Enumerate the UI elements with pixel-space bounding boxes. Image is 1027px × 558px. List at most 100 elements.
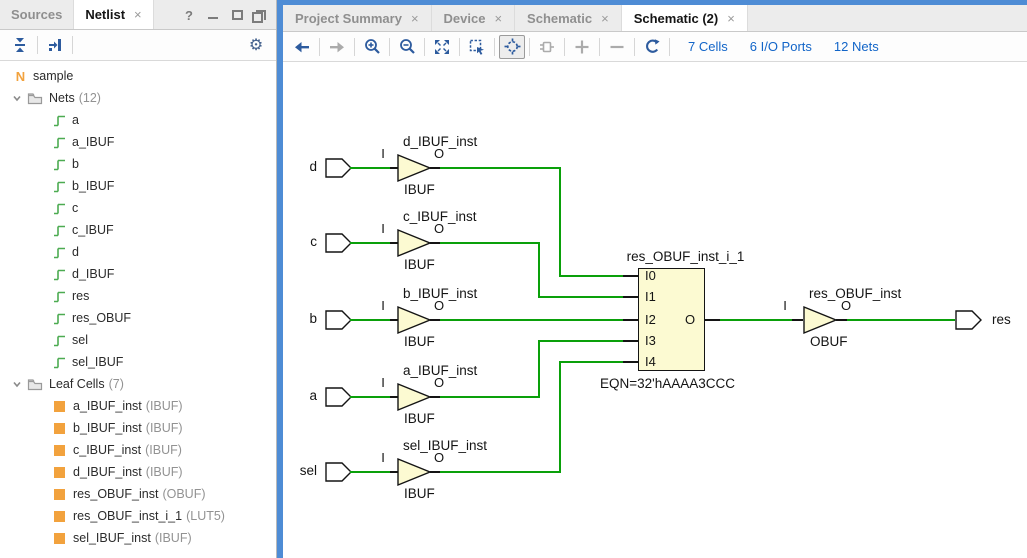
net-wire-d_IBUF[interactable]	[559, 275, 623, 277]
net-wire-c[interactable]	[350, 242, 391, 244]
tree-item-net[interactable]: d	[0, 241, 276, 263]
tree-item-label: sel_IBUF	[72, 355, 123, 369]
tree-item-net[interactable]: res_OBUF	[0, 307, 276, 329]
input-port-a[interactable]	[325, 387, 352, 407]
net-wire-a_IBUF[interactable]	[440, 396, 540, 398]
lut-pin-stub-I0	[623, 275, 638, 277]
output-port-res[interactable]	[955, 310, 982, 330]
tab-label: Sources	[11, 7, 62, 22]
close-icon[interactable]: ×	[411, 11, 419, 26]
net-wire-a_IBUF[interactable]	[538, 340, 540, 398]
tree-item-net[interactable]: res	[0, 285, 276, 307]
input-port-c[interactable]	[325, 233, 352, 253]
settings-button[interactable]: ⚙	[243, 33, 269, 57]
input-port-sel[interactable]	[325, 462, 352, 482]
plus-icon	[574, 39, 590, 55]
io-ports-count-link[interactable]: 6 I/O Ports	[750, 39, 812, 54]
maximize-icon[interactable]	[232, 10, 243, 20]
close-icon[interactable]: ×	[727, 11, 735, 26]
zoom-in-button[interactable]	[359, 35, 385, 59]
back-button[interactable]	[289, 35, 315, 59]
tree-item-net[interactable]: a_IBUF	[0, 131, 276, 153]
ibuf-cell-triangle-sel_IBUF_inst[interactable]	[397, 458, 431, 486]
refresh-icon	[644, 38, 661, 55]
chevron-down-icon[interactable]	[10, 377, 24, 391]
tree-item-net[interactable]: a	[0, 109, 276, 131]
tree-item-cell[interactable]: b_IBUF_inst(IBUF)	[0, 417, 276, 439]
tree-item-net[interactable]: c_IBUF	[0, 219, 276, 241]
tree-item-net[interactable]: sel_IBUF	[0, 351, 276, 373]
tree-item-net[interactable]: d_IBUF	[0, 263, 276, 285]
net-wire-d[interactable]	[350, 167, 391, 169]
tree-item-cell[interactable]: d_IBUF_inst(IBUF)	[0, 461, 276, 483]
net-wire-d_IBUF[interactable]	[440, 167, 561, 169]
close-icon[interactable]: ×	[134, 7, 142, 22]
tree-item-label: b_IBUF_inst	[73, 421, 142, 435]
tree-item-cell[interactable]: a_IBUF_inst(IBUF)	[0, 395, 276, 417]
tab-sources[interactable]: Sources	[0, 0, 74, 29]
net-wire-a_IBUF[interactable]	[538, 340, 623, 342]
nets-count-link[interactable]: 12 Nets	[834, 39, 879, 54]
minimize-icon[interactable]	[208, 17, 218, 19]
tree-item-cell[interactable]: res_OBUF_inst(OBUF)	[0, 483, 276, 505]
net-wire-sel_IBUF[interactable]	[559, 361, 623, 363]
ibuf-cell-triangle-d_IBUF_inst[interactable]	[397, 154, 431, 182]
tree-item-net[interactable]: c	[0, 197, 276, 219]
tab-schematic-2-[interactable]: Schematic (2)×	[622, 5, 748, 31]
net-wire-sel_IBUF[interactable]	[440, 471, 561, 473]
net-wire-a[interactable]	[350, 396, 391, 398]
close-icon[interactable]: ×	[601, 11, 609, 26]
chevron-down-icon[interactable]	[10, 91, 24, 105]
collapse-all-button[interactable]	[7, 33, 33, 57]
collapse-cone-button[interactable]	[604, 35, 630, 59]
net-wire-c_IBUF[interactable]	[538, 242, 540, 298]
obuf-cell-triangle[interactable]	[803, 306, 837, 334]
tree-item-net[interactable]: b_IBUF	[0, 175, 276, 197]
tree-group-nets[interactable]: Nets(12)	[0, 87, 276, 109]
net-wire-res_OBUF[interactable]	[720, 319, 792, 321]
net-wire-c_IBUF[interactable]	[440, 242, 540, 244]
ibuf-cell-triangle-a_IBUF_inst[interactable]	[397, 383, 431, 411]
expand-cone-button[interactable]	[569, 35, 595, 59]
tab-label: Netlist	[85, 7, 125, 22]
float-icon[interactable]	[256, 10, 266, 20]
tree-group-count: (12)	[79, 91, 101, 105]
net-wire-res[interactable]	[847, 319, 955, 321]
tab-schematic[interactable]: Schematic×	[515, 5, 622, 31]
schematic-canvas[interactable]: res_OBUF_inst_i_1 I0 I1 I2 I3 I4 O EQN=3…	[283, 62, 1027, 558]
tree-item-cell[interactable]: sel_IBUF_inst(IBUF)	[0, 527, 276, 549]
net-wire-b_IBUF[interactable]	[440, 319, 623, 321]
net-wire-c_IBUF[interactable]	[538, 296, 623, 298]
net-wire-d_IBUF[interactable]	[559, 167, 561, 277]
tree-item-cell[interactable]: res_OBUF_inst_i_1(LUT5)	[0, 505, 276, 527]
zoom-fit-button[interactable]	[429, 35, 455, 59]
lut-pin-stub-I4	[623, 361, 638, 363]
forward-button[interactable]	[324, 35, 350, 59]
tree-item-cell[interactable]: c_IBUF_inst(IBUF)	[0, 439, 276, 461]
net-wire-b[interactable]	[350, 319, 391, 321]
tab-device[interactable]: Device×	[432, 5, 516, 31]
tree-item-root[interactable]: Nsample	[0, 65, 276, 87]
tree-group-leaf-cells[interactable]: Leaf Cells(7)	[0, 373, 276, 395]
autofit-selection-button[interactable]	[499, 35, 525, 59]
add-cell-button[interactable]	[534, 35, 560, 59]
net-wire-sel[interactable]	[350, 471, 391, 473]
ibuf-cell-triangle-c_IBUF_inst[interactable]	[397, 229, 431, 257]
tree-item-net[interactable]: sel	[0, 329, 276, 351]
input-port-b[interactable]	[325, 310, 352, 330]
close-icon[interactable]: ×	[494, 11, 502, 26]
ibuf-cell-triangle-b_IBUF_inst[interactable]	[397, 306, 431, 334]
input-port-label-b: b	[283, 311, 317, 326]
zoom-to-selection-button[interactable]	[464, 35, 490, 59]
tab-netlist[interactable]: Netlist ×	[74, 0, 153, 29]
regenerate-button[interactable]	[639, 35, 665, 59]
zoom-out-button[interactable]	[394, 35, 420, 59]
net-wire-sel_IBUF[interactable]	[559, 361, 561, 473]
input-port-d[interactable]	[325, 158, 352, 178]
cells-count-link[interactable]: 7 Cells	[688, 39, 728, 54]
tab-project-summary[interactable]: Project Summary×	[283, 5, 432, 31]
help-icon[interactable]: ?	[183, 9, 195, 21]
tree-item-net[interactable]: b	[0, 153, 276, 175]
netlist-root-icon: N	[14, 69, 27, 84]
scroll-to-selected-button[interactable]	[42, 33, 68, 57]
